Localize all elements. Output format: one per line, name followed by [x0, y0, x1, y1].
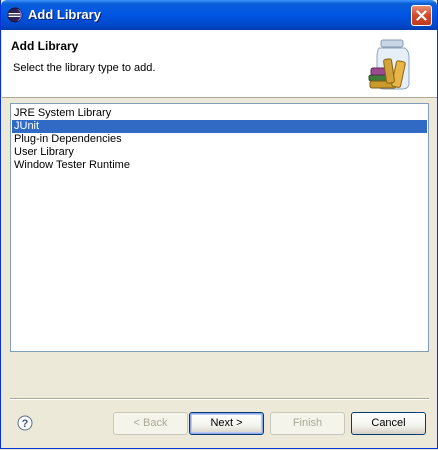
page-description: Select the library type to add. — [13, 62, 156, 74]
next-button[interactable]: Next > — [189, 412, 264, 435]
list-item[interactable]: User Library — [12, 146, 427, 159]
svg-text:?: ? — [22, 418, 29, 430]
list-item[interactable]: Window Tester Runtime — [12, 159, 427, 172]
list-item[interactable]: JUnit — [12, 120, 427, 133]
wizard-header: Add Library Select the library type to a… — [2, 30, 437, 98]
help-icon[interactable]: ? — [17, 415, 33, 431]
list-item[interactable]: JRE System Library — [12, 107, 427, 120]
library-type-list[interactable]: JRE System Library JUnit Plug-in Depende… — [10, 103, 429, 352]
library-jar-icon — [367, 39, 415, 91]
cancel-button[interactable]: Cancel — [351, 412, 426, 435]
list-item[interactable]: Plug-in Dependencies — [12, 133, 427, 146]
back-button[interactable]: < Back — [113, 412, 188, 435]
title-bar[interactable]: Add Library — [1, 0, 437, 30]
close-icon — [416, 10, 427, 21]
window-title: Add Library — [28, 7, 101, 22]
button-bar-separator — [10, 398, 429, 400]
add-library-dialog: Add Library Add Library Select the libra… — [0, 0, 438, 449]
page-title: Add Library — [11, 39, 79, 53]
finish-button[interactable]: Finish — [270, 412, 345, 435]
eclipse-icon — [7, 7, 23, 23]
close-button[interactable] — [411, 5, 432, 26]
